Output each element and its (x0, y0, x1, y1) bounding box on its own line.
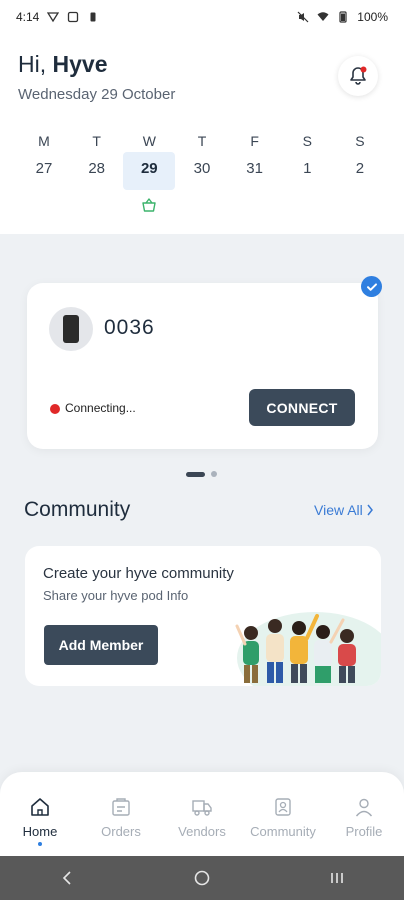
device-card[interactable]: 0036 Connecting... CONNECT (27, 283, 378, 449)
home-header: Hi, Hyve Wednesday 29 October M 27 T 28 W 29 T… (0, 34, 404, 234)
carousel-pager (186, 471, 217, 477)
calendar-day[interactable]: T 30 (176, 130, 228, 204)
day-number: 29 (140, 160, 158, 177)
home-icon (31, 798, 49, 816)
view-all-link[interactable]: View All (314, 502, 374, 518)
greeting-prefix: Hi, (18, 51, 53, 77)
week-calendar: M 27 T 28 W 29 T 30 F 31 S 1 S 2 (18, 130, 386, 212)
day-name: S (302, 133, 312, 149)
day-number: 1 (303, 160, 312, 177)
home-button[interactable] (187, 866, 217, 890)
back-icon (63, 871, 71, 885)
day-number: 2 (355, 160, 365, 177)
status-time: 4:14 (16, 10, 40, 24)
calendar-day[interactable]: T 28 (71, 130, 123, 204)
pager-dot[interactable] (211, 471, 217, 477)
orders-icon (112, 798, 130, 816)
nav-item-profile[interactable]: Profile (324, 794, 404, 850)
phone-icon (63, 315, 79, 343)
notifications-button[interactable] (338, 56, 378, 96)
day-name: T (92, 133, 101, 149)
nav-label-orders: Orders (101, 824, 141, 839)
battery-percent: 100% (357, 10, 388, 24)
nav-item-home[interactable]: Home (0, 794, 80, 850)
community-icon (275, 798, 291, 816)
day-number: 30 (193, 160, 211, 177)
recents-icon (330, 873, 343, 883)
mute-icon (297, 11, 309, 23)
bottom-navigation: Home Orders Vendors Community Profile (0, 772, 404, 856)
day-name: S (355, 133, 365, 149)
wifi-icon (317, 12, 329, 21)
nav-item-orders[interactable]: Orders (81, 794, 161, 850)
add-member-button[interactable]: Add Member (44, 625, 158, 665)
bell-icon (350, 66, 367, 85)
nav-label-profile: Profile (345, 824, 383, 839)
community-section-title: Community (24, 498, 131, 521)
device-avatar (49, 307, 93, 351)
day-number: 27 (35, 160, 53, 177)
status-bar: 4:14 100% (0, 0, 404, 34)
calendar-day[interactable]: F 31 (229, 130, 281, 204)
calendar-day[interactable]: W 29 (123, 130, 176, 212)
nav-label-home: Home (22, 824, 58, 839)
screen-icon (68, 11, 79, 23)
community-card: Create your hyve community Share your hy… (25, 546, 381, 686)
recents-button[interactable] (322, 866, 352, 890)
day-name: W (142, 133, 156, 149)
home-circle-icon (194, 870, 210, 886)
day-name: M (38, 133, 50, 149)
community-card-subtitle: Share your hyve pod Info (43, 588, 189, 603)
nav-active-dot (38, 842, 42, 846)
calendar-day[interactable]: S1 (281, 130, 333, 204)
day-name: F (250, 133, 259, 149)
battery-small-icon (90, 12, 96, 22)
notification-icon (47, 12, 60, 23)
community-people-illustration (235, 612, 381, 686)
back-button[interactable] (52, 866, 82, 890)
view-all-label: View All (314, 502, 363, 518)
day-number: 28 (88, 160, 105, 177)
basket-icon (142, 198, 157, 212)
day-number: 31 (246, 160, 263, 177)
calendar-day[interactable]: S2 (334, 130, 386, 204)
current-date: Wednesday 29 October (18, 86, 176, 103)
connection-status-text: Connecting... (65, 401, 136, 415)
greeting: Hi, Hyve (18, 51, 107, 78)
nav-item-vendors[interactable]: Vendors (162, 794, 242, 850)
nav-label-community: Community (250, 824, 316, 839)
community-card-title: Create your hyve community (43, 565, 234, 582)
nav-label-vendors: Vendors (178, 824, 226, 839)
day-name: T (197, 133, 207, 149)
profile-icon (355, 798, 373, 817)
connect-button[interactable]: CONNECT (249, 389, 355, 426)
system-navigation-bar (0, 856, 404, 900)
selected-check-icon (361, 276, 382, 297)
user-name: Hyve (52, 51, 108, 77)
device-name: 0036 (104, 316, 155, 339)
battery-icon (339, 11, 347, 23)
nav-item-community[interactable]: Community (243, 794, 323, 850)
truck-icon (192, 800, 212, 816)
connection-status-dot (50, 404, 60, 414)
pager-active-indicator (186, 471, 205, 477)
chevron-right-icon (367, 504, 373, 516)
calendar-day[interactable]: M 27 (18, 130, 70, 204)
